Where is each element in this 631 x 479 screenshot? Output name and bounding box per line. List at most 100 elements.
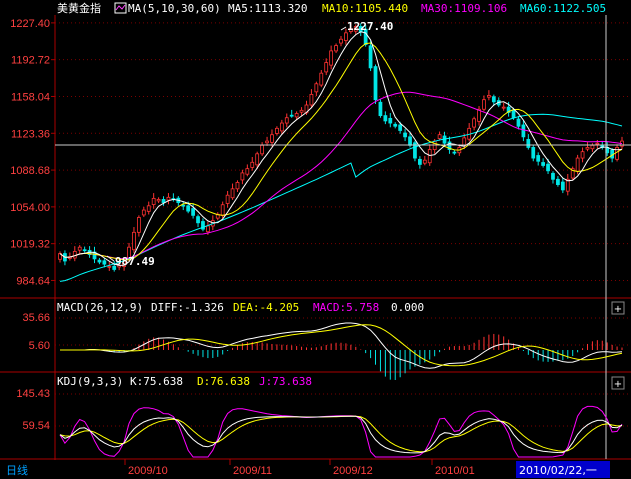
x-tick-label: 2010/01 [435,465,475,477]
y-tick-label: 1227.40 [10,18,50,30]
candle-body [487,95,491,98]
kdj-expand-button[interactable]: + [611,376,625,390]
candle-body [240,172,245,181]
candle-body [97,259,102,263]
candle-body [383,115,388,122]
y-tick-label: 1192.72 [11,55,50,67]
svg-text:+: + [614,304,622,315]
candle-body [270,134,274,143]
candle-body [279,122,284,132]
candle-body [521,124,526,138]
y-tick-label: 1088.68 [10,165,50,177]
candle-body [206,225,210,233]
ma10-value: MA10:1105.440 [322,2,408,15]
y-tick-label: 1123.36 [11,128,50,140]
candle-body [482,99,486,110]
kdj-d: D:76.638 [197,375,250,388]
candle-body [181,204,186,207]
candle-body [186,205,191,212]
candle-body [388,117,393,124]
macd-diff: DIFF:-1.326 [151,301,224,314]
candle-body [220,204,225,216]
candle-body [398,124,403,131]
candle-body [141,209,146,216]
candle-body [225,194,230,204]
svg-text:+: + [614,379,622,390]
ma30-value: MA30:1109.106 [421,2,507,15]
candle-body [250,161,255,168]
kdj-k: K:75.638 [130,375,183,388]
candle-body [556,178,560,185]
candle-body [191,208,195,216]
macd-label: MACD(26,12,9) [57,301,143,314]
candle-body [161,199,166,204]
candle-body [595,142,600,145]
candle-body [422,159,427,164]
candle-body [531,147,536,159]
kdj-j: J:73.638 [259,375,312,388]
macd-expand-button[interactable]: + [611,301,625,315]
candle-body [265,140,269,144]
candle-body [378,101,383,117]
ma5-value: MA5:1113.320 [228,2,307,15]
candle-body [284,117,289,124]
candle-body [427,149,432,164]
candle-body [166,196,171,201]
ma-params: MA(5,10,30,60) [128,2,221,15]
x-tick-label: 2009/10 [128,465,168,477]
candle-body [417,158,422,165]
candle-body [501,106,506,109]
candle-body [196,216,200,224]
candle-body [289,114,294,117]
x-tick-label: 2009/12 [333,465,373,477]
y-tick-label: 1019.32 [10,239,50,251]
macd-value: MACD:5.758 [313,301,379,314]
candle-body [146,205,151,212]
candle-body [368,45,373,69]
background [0,0,631,479]
candle-body [511,109,516,119]
candle-body [344,32,348,41]
candle-body [541,162,546,166]
candle-body [319,72,324,86]
candle-body [546,163,550,172]
candle-body [107,265,112,268]
x-tick-label: 2009/11 [233,465,272,477]
macd-ytick-top: 35.66 [22,312,50,324]
candle-body [334,45,338,52]
cursor-date: 2010/02/22,一 [519,464,597,477]
macd-dea: DEA:-4.205 [233,301,299,314]
period-tab[interactable]: 日线 [6,463,28,477]
chart-canvas[interactable]: 1227.40 1192.72 1158.04 1123.36 1088.68 1054.… [0,0,631,479]
kdj-label: KDJ(9,3,3) [57,375,123,388]
candle-body [585,147,590,150]
candle-body [491,96,496,103]
candle-body [260,144,265,155]
candle-body [255,153,260,166]
candle-body [408,136,412,146]
instrument-name: 美黄金指 [57,1,101,15]
candle-body [472,118,476,128]
candle-body [329,50,334,66]
candle-body [136,217,141,233]
candle-body [560,181,565,191]
kdj-ytick-mid: 59.54 [22,420,50,432]
candle-body [452,151,457,154]
candle-body [339,38,343,44]
candle-body [132,231,136,251]
candle-body [294,113,299,118]
ma-indicator-icon[interactable] [114,2,127,14]
candle-body [462,137,467,146]
y-tick-label: 1054.00 [10,202,50,214]
candle-body [575,157,580,172]
candle-body [314,83,319,93]
candle-body [526,138,531,148]
kdj-ytick-top: 145.43 [16,388,50,400]
candle-body [156,199,161,202]
candle-body [151,197,156,205]
candle-body [437,134,442,139]
macd-extra: 0.000 [391,301,424,314]
candle-body [77,246,82,251]
candle-body [551,172,555,180]
candle-body [580,151,585,159]
